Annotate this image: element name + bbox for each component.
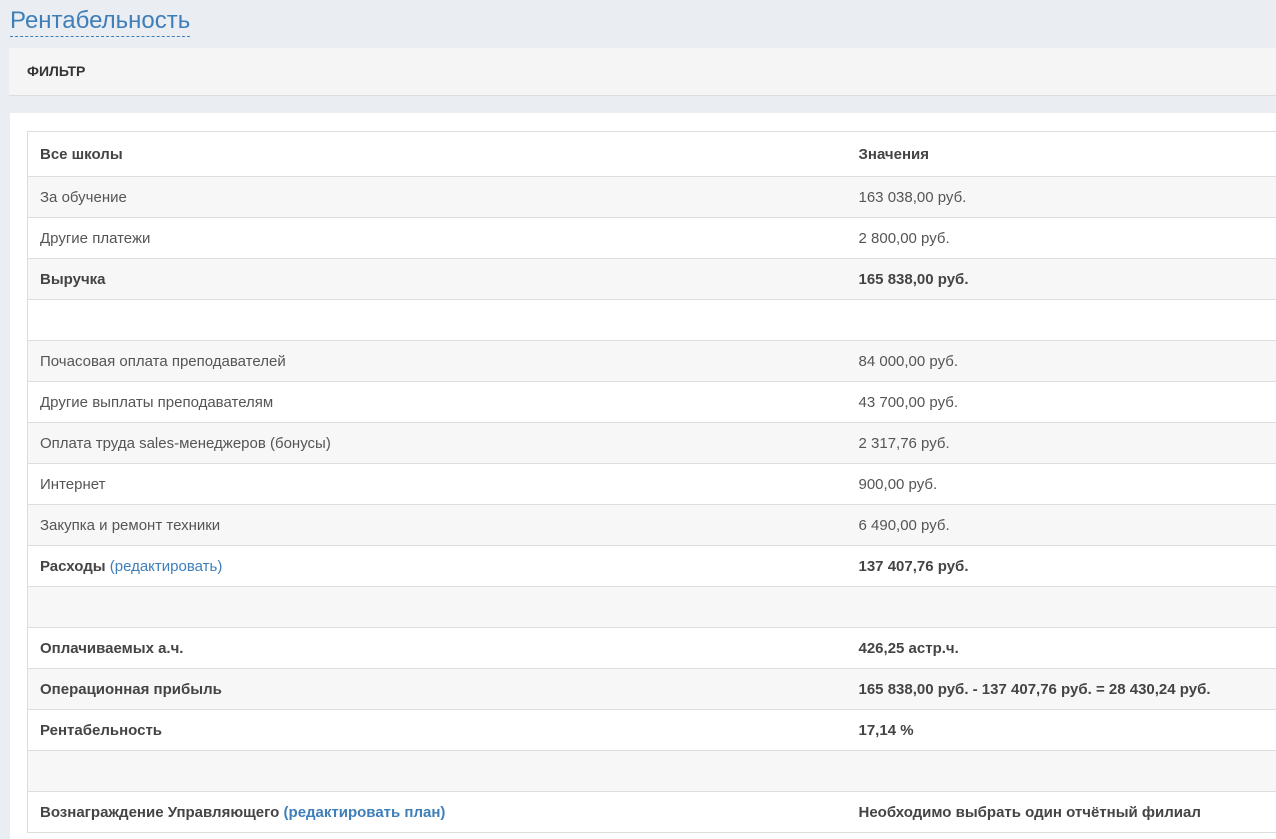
revenue-total-row: Выручка 165 838,00 руб. (27, 258, 1276, 300)
row-label: Оплачиваемых а.ч. (27, 627, 847, 669)
manager-reward-row: Вознаграждение Управляющего (редактирова… (27, 791, 1276, 833)
table-row: Другие платежи 2 800,00 руб. (27, 217, 1276, 259)
row-label: Оплата труда sales-менеджеров (бонусы) (27, 422, 847, 464)
row-label: Вознаграждение Управляющего (40, 803, 280, 821)
row-label: Другие платежи (27, 217, 847, 259)
row-value: 426,25 астр.ч. (846, 627, 1276, 669)
filter-label[interactable]: ФИЛЬТР (27, 63, 85, 79)
row-value: 163 038,00 руб. (846, 176, 1276, 218)
row-value (846, 586, 1276, 628)
column-header-schools: Все школы (27, 131, 847, 177)
operating-profit-row: Операционная прибыль 165 838,00 руб. - 1… (27, 668, 1276, 710)
row-value: 84 000,00 руб. (846, 340, 1276, 382)
row-label (27, 299, 847, 341)
row-label: Расходы (40, 557, 106, 575)
spacer-row (27, 750, 1276, 792)
row-value: Необходимо выбрать один отчётный филиал (846, 791, 1276, 833)
row-label: Выручка (27, 258, 847, 300)
row-label: За обучение (27, 176, 847, 218)
table-header-row: Все школы Значения (27, 131, 1276, 177)
row-label: Рентабельность (27, 709, 847, 751)
table-row: Оплата труда sales-менеджеров (бонусы) 2… (27, 422, 1276, 464)
table-row: Другие выплаты преподавателям 43 700,00 … (27, 381, 1276, 423)
row-label: Почасовая оплата преподавателей (27, 340, 847, 382)
row-value: 165 838,00 руб. - 137 407,76 руб. = 28 4… (846, 668, 1276, 710)
row-label: Другие выплаты преподавателям (27, 381, 847, 423)
row-label-cell: Расходы (редактировать) (27, 545, 847, 587)
table-row: Закупка и ремонт техники 6 490,00 руб. (27, 504, 1276, 546)
spacer-row (27, 586, 1276, 628)
row-value: 2 800,00 руб. (846, 217, 1276, 259)
paid-hours-row: Оплачиваемых а.ч. 426,25 астр.ч. (27, 627, 1276, 669)
row-value: 17,14 % (846, 709, 1276, 751)
row-label: Интернет (27, 463, 847, 505)
row-label (27, 750, 847, 792)
row-value: 165 838,00 руб. (846, 258, 1276, 300)
profitability-table: Все школы Значения За обучение 163 038,0… (27, 131, 1276, 833)
row-label-cell: Вознаграждение Управляющего (редактирова… (27, 791, 847, 833)
edit-plan-link[interactable]: (редактировать план) (284, 804, 446, 821)
row-value: 137 407,76 руб. (846, 545, 1276, 587)
row-value: 43 700,00 руб. (846, 381, 1276, 423)
page-title[interactable]: Рентабельность (10, 6, 191, 37)
row-value (846, 299, 1276, 341)
table-row: За обучение 163 038,00 руб. (27, 176, 1276, 218)
row-label: Закупка и ремонт техники (27, 504, 847, 546)
row-value (846, 750, 1276, 792)
row-value: 900,00 руб. (846, 463, 1276, 505)
table-row: Почасовая оплата преподавателей 84 000,0… (27, 340, 1276, 382)
filter-panel-header[interactable]: ФИЛЬТР (9, 48, 1276, 96)
spacer-row (27, 299, 1276, 341)
table-row: Интернет 900,00 руб. (27, 463, 1276, 505)
report-panel: Все школы Значения За обучение 163 038,0… (10, 113, 1276, 839)
edit-expenses-link[interactable]: (редактировать) (110, 558, 223, 575)
profitability-row: Рентабельность 17,14 % (27, 709, 1276, 751)
row-label: Операционная прибыль (27, 668, 847, 710)
row-value: 6 490,00 руб. (846, 504, 1276, 546)
row-label (27, 586, 847, 628)
column-header-values: Значения (846, 131, 1276, 177)
row-value: 2 317,76 руб. (846, 422, 1276, 464)
expenses-total-row: Расходы (редактировать) 137 407,76 руб. (27, 545, 1276, 587)
